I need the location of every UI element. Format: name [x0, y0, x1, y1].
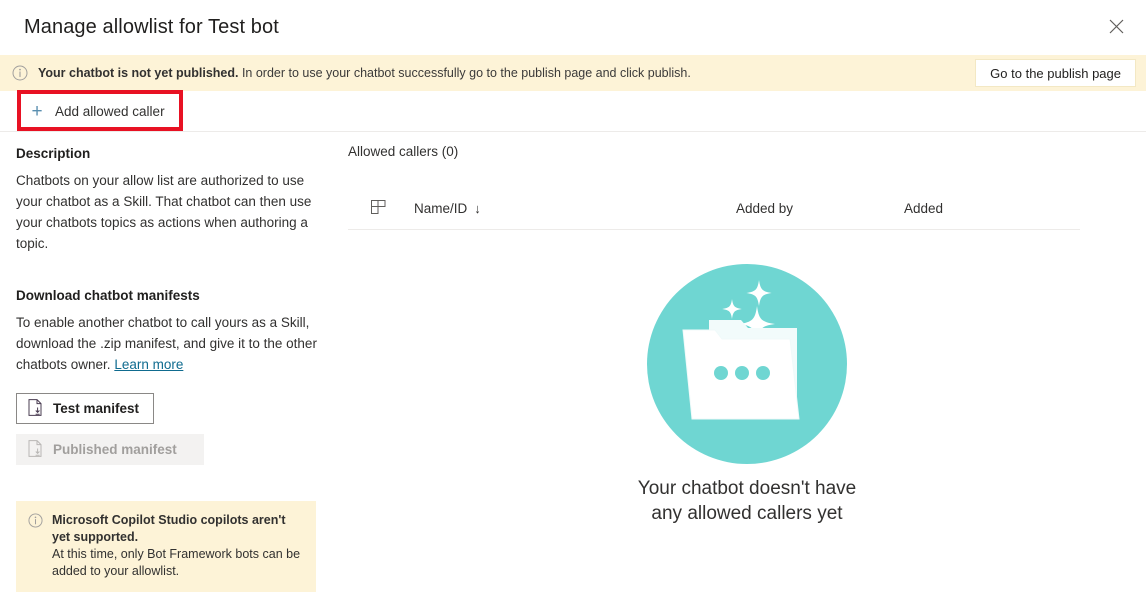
learn-more-link[interactable]: Learn more — [114, 357, 183, 372]
banner-message-bold: Your chatbot is not yet published. — [38, 66, 239, 80]
unsupported-info-title: Microsoft Copilot Studio copilots aren't… — [52, 513, 286, 544]
allowed-callers-pane: Allowed callers (0) Name/ID ↓ Added by A… — [338, 132, 1146, 578]
description-heading: Description — [16, 146, 91, 161]
left-info-pane: Description Chatbots on your allow list … — [0, 132, 338, 592]
unsupported-info-body: At this time, only Bot Framework bots ca… — [52, 547, 301, 578]
empty-state-line-3: yet — [817, 503, 843, 524]
column-header-name-id-label: Name/ID — [414, 201, 468, 216]
test-manifest-label: Test manifest — [53, 401, 140, 416]
published-manifest-button: Published manifest — [16, 434, 204, 465]
info-circle-icon — [28, 513, 43, 580]
plus-icon: + — [31, 100, 43, 122]
page-title: Manage allowlist for Test bot — [24, 16, 279, 38]
banner-message-rest: In order to use your chatbot successfull… — [238, 66, 691, 80]
go-to-publish-page-button[interactable]: Go to the publish page — [975, 59, 1136, 87]
column-header-added-by-label: Added by — [736, 201, 794, 216]
allowed-callers-table-header: Name/ID ↓ Added by Added — [348, 188, 1080, 230]
download-manifests-heading: Download chatbot manifests — [16, 288, 200, 303]
test-manifest-button[interactable]: Test manifest — [16, 393, 155, 424]
download-manifests-text: To enable another chatbot to call yours … — [16, 312, 322, 375]
dialog-body: Description Chatbots on your allow list … — [0, 132, 1146, 592]
publish-notification-banner: Your chatbot is not yet published. In or… — [0, 55, 1146, 91]
document-download-icon — [28, 398, 43, 419]
add-allowed-caller-label: Add allowed caller — [55, 103, 165, 119]
column-header-added-label: Added — [904, 201, 944, 216]
column-header-name-id[interactable]: Name/ID ↓ — [414, 201, 736, 216]
folder-sparkle-illustration — [647, 264, 847, 464]
document-download-icon — [28, 439, 43, 460]
unsupported-info-box: Microsoft Copilot Studio copilots aren't… — [16, 501, 316, 592]
grid-columns-icon — [370, 199, 386, 218]
close-button[interactable] — [1094, 6, 1138, 46]
description-text: Chatbots on your allow list are authoriz… — [16, 173, 312, 251]
arrow-down-icon: ↓ — [474, 201, 481, 216]
column-picker-button[interactable] — [348, 199, 414, 218]
empty-state-line-1: Your chatbot doesn't — [637, 478, 810, 499]
column-header-added[interactable]: Added — [904, 201, 1080, 216]
info-circle-icon — [12, 65, 28, 81]
column-header-added-by[interactable]: Added by — [736, 201, 904, 216]
add-allowed-caller-button[interactable]: + Add allowed caller — [22, 95, 173, 127]
close-icon — [1109, 19, 1124, 34]
banner-message: Your chatbot is not yet published. In or… — [38, 65, 975, 81]
empty-state: Your chatbot doesn't have any allowed ca… — [348, 264, 1146, 526]
dialog-header: Manage allowlist for Test bot — [0, 0, 1146, 55]
empty-state-message: Your chatbot doesn't have any allowed ca… — [622, 476, 872, 526]
allowed-callers-title: Allowed callers (0) — [348, 144, 459, 159]
published-manifest-label: Published manifest — [53, 442, 177, 457]
command-bar: + Add allowed caller — [0, 91, 1146, 132]
unsupported-info-text: Microsoft Copilot Studio copilots aren't… — [52, 512, 304, 580]
